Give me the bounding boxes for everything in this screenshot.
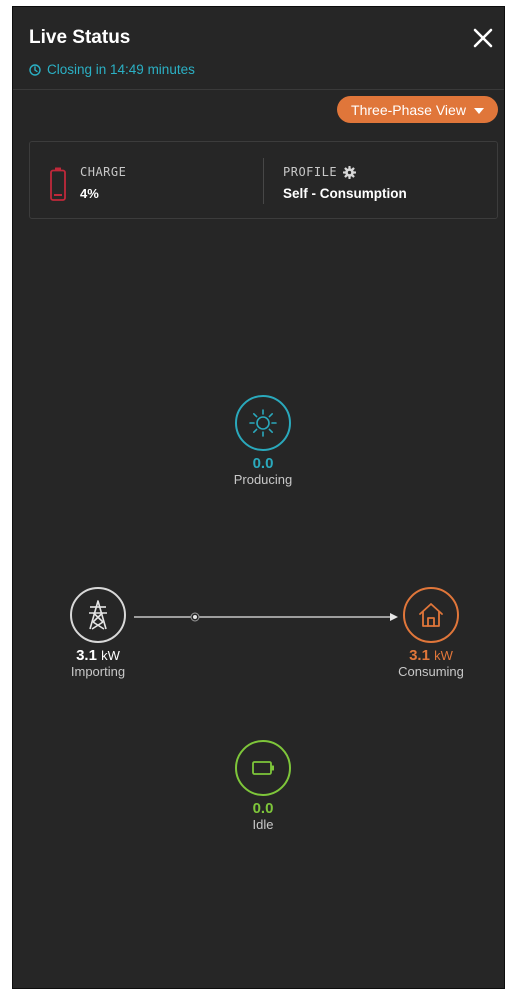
card-divider [263, 158, 264, 204]
grid-circle [70, 587, 126, 643]
header: Live Status Closing in 14:49 minutes [13, 7, 504, 90]
home-value-group: 3.1 kW [391, 647, 471, 664]
profile-label-group: PROFILE [283, 165, 357, 179]
charge-value: 4% [80, 186, 99, 201]
grid-node: 3.1 kW Importing [58, 587, 138, 679]
home-label: Consuming [398, 664, 464, 679]
status-card: CHARGE 4% PROFILE Self - Consumption [29, 141, 498, 219]
battery-circle [235, 740, 291, 796]
charge-label: CHARGE [80, 165, 127, 179]
grid-unit: kW [101, 648, 120, 663]
three-phase-view-label: Three-Phase View [351, 101, 466, 118]
close-icon[interactable] [470, 25, 496, 51]
sun-icon [249, 409, 277, 437]
battery-node: 0.0 Idle [223, 740, 303, 832]
closing-text: Closing in 14:49 minutes [47, 62, 195, 77]
grid-value: 3.1 [76, 647, 97, 664]
profile-value: Self - Consumption [283, 186, 407, 201]
home-value: 3.1 [409, 647, 430, 664]
grid-value-group: 3.1 kW [58, 647, 138, 664]
solar-circle [235, 395, 291, 451]
energy-flow-line [134, 612, 398, 622]
battery-label: Idle [252, 817, 274, 832]
solar-node: 0.0 Producing [223, 395, 303, 487]
caret-down-icon [473, 107, 484, 114]
three-phase-view-button[interactable]: Three-Phase View [337, 96, 498, 123]
solar-value: 0.0 [252, 455, 274, 472]
page-title: Live Status [29, 27, 131, 48]
battery-icon [252, 761, 274, 775]
battery-value: 0.0 [252, 800, 274, 817]
live-status-screen: Live Status Closing in 14:49 minutes Thr… [12, 6, 505, 989]
grid-label: Importing [70, 664, 126, 679]
gear-icon[interactable] [343, 165, 357, 179]
solar-label: Producing [233, 472, 293, 487]
home-circle [403, 587, 459, 643]
house-icon [419, 603, 443, 627]
home-unit: kW [434, 648, 453, 663]
profile-label: PROFILE [283, 165, 338, 179]
clock-icon [29, 63, 41, 76]
battery-icon [50, 167, 66, 201]
power-tower-icon [89, 600, 107, 630]
home-node: 3.1 kW Consuming [391, 587, 471, 679]
closing-timer: Closing in 14:49 minutes [29, 62, 195, 77]
